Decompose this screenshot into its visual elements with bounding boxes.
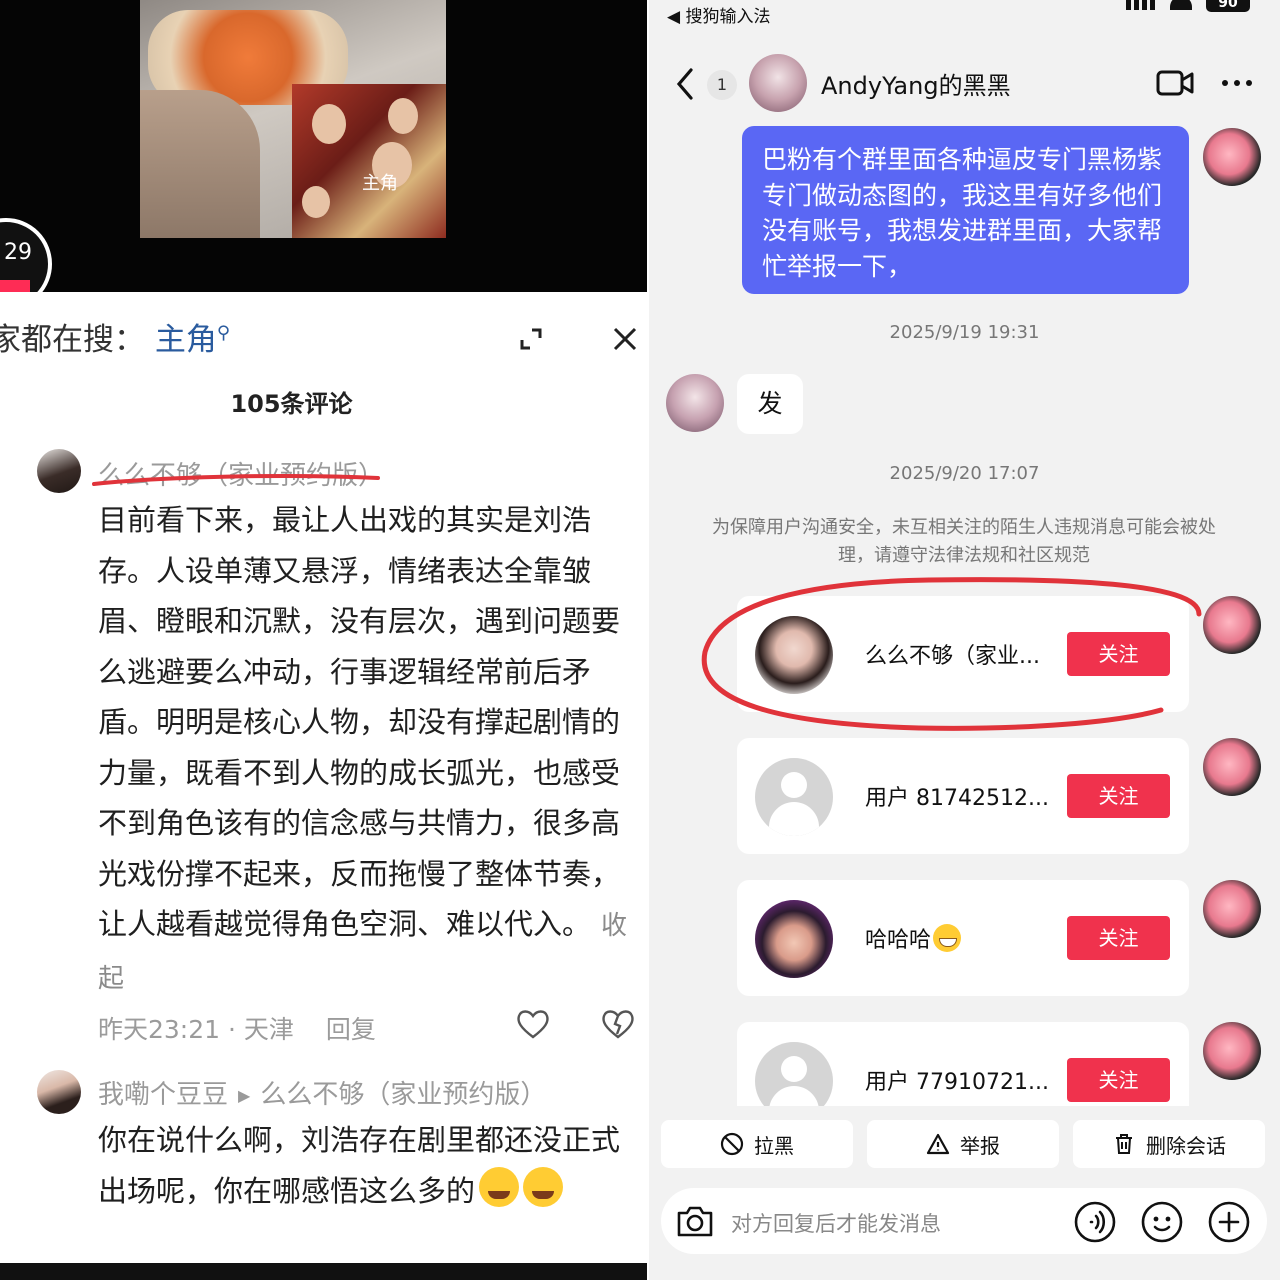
home-indicator-area — [649, 1260, 1280, 1280]
close-icon[interactable] — [606, 320, 644, 358]
wifi-icon — [1170, 0, 1192, 10]
reply-arrow-icon: ▶ — [238, 1086, 251, 1105]
back-chevron-icon[interactable] — [671, 66, 699, 102]
user-name: 用户 81742512... — [865, 786, 1049, 811]
user-name-line: 哈哈哈 — [865, 922, 962, 954]
shared-user-card[interactable]: 哈哈哈 关注 — [737, 880, 1189, 996]
comment-body: 你在说什么啊，刘浩存在剧里都还没正式出场呢，你在哪感悟这么多的 — [98, 1115, 643, 1216]
badge-number: 29 — [4, 240, 32, 265]
shared-user-card[interactable]: 用户 81742512... 关注 — [737, 738, 1189, 854]
reply-button[interactable]: 回复 — [326, 1015, 376, 1044]
timestamp: 2025/9/20 17:07 — [889, 463, 1040, 484]
report-label: 举报 — [960, 1133, 1000, 1158]
live-badge — [0, 280, 30, 292]
commenter-name[interactable]: 我嘞个豆豆 — [98, 1080, 228, 1110]
my-avatar[interactable] — [1203, 128, 1261, 186]
hot-search-keyword[interactable]: 主角 — [155, 322, 217, 358]
comment-sheet: 家都在搜： 主角⚲ 105条评论 么么不够（家业预约版） 目前看下来，最让人出戏… — [0, 292, 647, 1280]
safety-notice: 为保障用户沟通安全，未互相关注的陌生人违规消息可能会被处理，请遵守法律法规和社区… — [712, 517, 1216, 566]
my-message-bubble[interactable]: 巴粉有个群里面各种逼皮专门黑杨紫专门做动态图的，我这里有好多他们没有账号，我想发… — [742, 126, 1189, 294]
message-input-placeholder[interactable]: 对方回复后才能发消息 — [731, 1208, 941, 1238]
comment-panel-screenshot: 主角 29 家都在搜： 主角⚲ 105条评论 么么不够（家业预约版） 目前看下来… — [0, 0, 647, 1280]
hot-search-label: 家都在搜： — [0, 322, 145, 358]
video-call-icon[interactable] — [1155, 66, 1195, 100]
block-icon — [720, 1132, 744, 1156]
drama-poster-image: 主角 — [292, 84, 446, 238]
reply-author-line: 我嘞个豆豆 ▶ 么么不够（家业预约版） — [98, 1074, 546, 1111]
warning-icon — [926, 1133, 950, 1155]
commenter-avatar[interactable] — [37, 449, 81, 493]
status-back-app[interactable]: ◀ 搜狗输入法 — [667, 2, 770, 27]
trash-icon — [1116, 1134, 1132, 1154]
bottom-edge — [0, 1263, 647, 1280]
hand-image — [140, 90, 260, 238]
delete-conversation-button[interactable]: 删除会话 — [1073, 1120, 1265, 1168]
user-name: 哈哈哈 — [865, 928, 932, 953]
reply-target-name[interactable]: 么么不够（家业预约版） — [260, 1080, 546, 1110]
follow-button[interactable]: 关注 — [1067, 1058, 1170, 1102]
status-icons: 90 — [1126, 0, 1250, 12]
contact-avatar[interactable] — [749, 54, 807, 112]
contact-name[interactable]: AndyYang的黑黑 — [821, 66, 1011, 101]
comment-count: 105条评论 — [230, 390, 353, 418]
unread-count-badge: 1 — [707, 70, 737, 100]
comment-meta: 昨天23:21 · 天津 回复 — [98, 1010, 376, 1046]
dislike-icon[interactable] — [600, 1006, 636, 1042]
comment-body: 目前看下来，最让人出戏的其实是刘浩存。人设单薄又悬浮，情绪表达全靠皱眉、瞪眼和沉… — [98, 495, 643, 1004]
heart-icon[interactable] — [515, 1006, 551, 1042]
message-input-bar: 对方回复后才能发消息 — [661, 1188, 1267, 1254]
block-label: 拉黑 — [754, 1133, 794, 1158]
side-by-side-screenshot: 主角 29 家都在搜： 主角⚲ 105条评论 么么不够（家业预约版） 目前看下来… — [0, 0, 1280, 1280]
comment-text: 目前看下来，最让人出戏的其实是刘浩存。人设单薄又悬浮，情绪表达全靠皱眉、瞪眼和沉… — [98, 503, 621, 941]
chat-header: 1 AndyYang的黑黑 — [649, 52, 1280, 118]
user-avatar — [755, 900, 833, 978]
conversation-actions: 拉黑 举报 删除会话 — [649, 1106, 1280, 1176]
signal-icon — [1126, 0, 1156, 10]
video-frame-image: 主角 — [140, 0, 446, 238]
report-button[interactable]: 举报 — [867, 1120, 1059, 1168]
contact-avatar[interactable] — [666, 374, 724, 432]
my-avatar[interactable] — [1203, 1022, 1261, 1080]
default-avatar-icon — [755, 758, 833, 836]
comment-time-location: 昨天23:21 · 天津 — [98, 1015, 294, 1044]
timestamp: 2025/9/19 19:31 — [889, 322, 1040, 343]
chat-screenshot: ◀ 搜狗输入法 90 1 AndyYang的黑黑 巴粉有个群里面各种逼皮专门黑杨… — [649, 0, 1280, 1280]
more-icon[interactable] — [1217, 66, 1257, 100]
video-area[interactable]: 主角 29 — [0, 0, 647, 310]
crying-laughing-emoji-icon — [479, 1166, 520, 1207]
emoji-icon[interactable] — [1140, 1200, 1184, 1244]
block-button[interactable]: 拉黑 — [661, 1120, 853, 1168]
commenter-avatar[interactable] — [37, 1070, 81, 1114]
grin-emoji-icon — [933, 924, 962, 952]
expand-icon[interactable] — [512, 320, 550, 358]
contact-message-bubble[interactable]: 发 — [737, 374, 803, 434]
follow-button[interactable]: 关注 — [1067, 774, 1170, 818]
my-avatar[interactable] — [1203, 738, 1261, 796]
user-name: 用户 77910721... — [865, 1070, 1049, 1095]
camera-icon[interactable] — [675, 1202, 715, 1240]
hot-search-bar[interactable]: 家都在搜： 主角⚲ — [0, 314, 230, 359]
crying-laughing-emoji-icon — [523, 1166, 564, 1207]
voice-icon[interactable] — [1073, 1200, 1117, 1244]
red-underline-annotation — [92, 474, 380, 486]
search-icon: ⚲ — [216, 322, 231, 344]
my-avatar[interactable] — [1203, 880, 1261, 938]
battery-icon: 90 — [1206, 0, 1250, 12]
poster-title: 主角 — [362, 173, 398, 194]
follow-button[interactable]: 关注 — [1067, 916, 1170, 960]
plus-icon[interactable] — [1207, 1200, 1251, 1244]
red-circle-annotation — [701, 577, 1202, 731]
delete-label: 删除会话 — [1146, 1133, 1226, 1158]
